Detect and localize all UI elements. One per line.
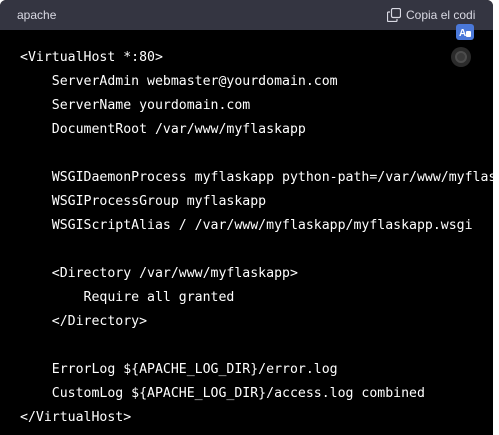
code-line: </Directory> <box>20 314 148 329</box>
code-line: WSGIProcessGroup myflaskapp <box>20 194 267 209</box>
copy-icon <box>386 7 402 23</box>
code-header: apache Copia el codi <box>0 0 493 30</box>
translate-icon[interactable]: A <box>456 24 474 40</box>
code-line: Require all granted <box>20 290 235 305</box>
language-label: apache <box>17 8 57 22</box>
code-content[interactable]: <VirtualHost *:80> ServerAdmin webmaster… <box>20 46 493 430</box>
extension-icon[interactable] <box>451 47 471 67</box>
svg-text:A: A <box>459 28 466 38</box>
code-line: ServerAdmin webmaster@yourdomain.com <box>20 74 338 89</box>
code-line: ServerName yourdomain.com <box>20 98 251 113</box>
copy-code-label: Copia el codi <box>406 8 476 22</box>
code-line: ErrorLog ${APACHE_LOG_DIR}/error.log <box>20 362 338 377</box>
code-line: </VirtualHost> <box>20 410 132 425</box>
code-line: <Directory /var/www/myflaskapp> <box>20 266 298 281</box>
copy-code-button[interactable]: Copia el codi <box>386 5 476 25</box>
code-block: apache Copia el codi <VirtualHost *:80> … <box>0 0 493 435</box>
code-line: WSGIScriptAlias / /var/www/myflaskapp/my… <box>20 218 473 233</box>
code-line: DocumentRoot /var/www/myflaskapp <box>20 122 306 137</box>
code-line: <VirtualHost *:80> <box>20 50 163 65</box>
code-line: CustomLog ${APACHE_LOG_DIR}/access.log c… <box>20 386 425 401</box>
code-line: WSGIDaemonProcess myflaskapp python-path… <box>20 170 493 185</box>
